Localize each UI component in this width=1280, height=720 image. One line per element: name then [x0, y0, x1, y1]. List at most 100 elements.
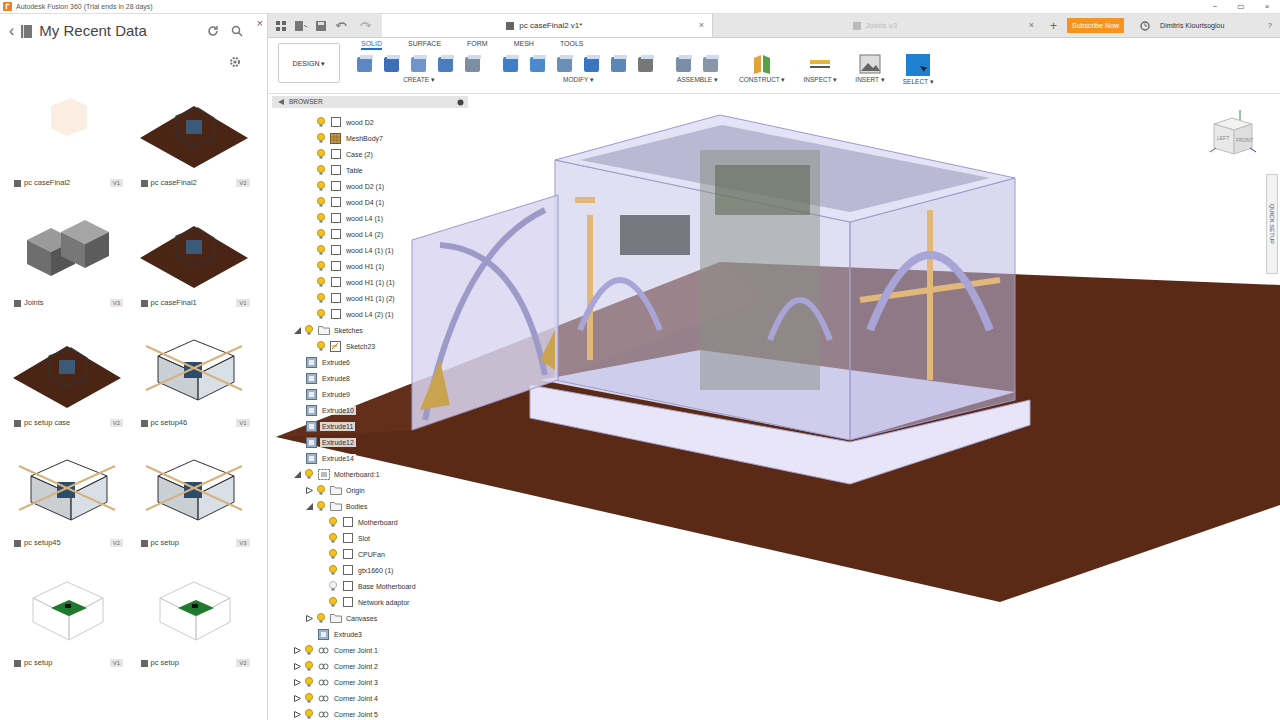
visibility-bulb-icon[interactable] [315, 308, 327, 320]
browser-row[interactable]: Bodies [272, 498, 468, 514]
recent-file-tile[interactable]: pc setupV3 [138, 436, 250, 550]
toolbar-tab[interactable]: MESH [514, 40, 534, 50]
window-control[interactable]: × [1254, 3, 1280, 11]
tool-icon[interactable] [609, 54, 629, 74]
visibility-bulb-icon[interactable] [315, 164, 327, 176]
visibility-bulb-icon[interactable] [303, 468, 315, 480]
browser-row[interactable]: Corner Joint 1 [272, 642, 468, 658]
expanded-arrow-icon[interactable] [294, 471, 301, 478]
browser-row[interactable]: wood L4 (1) [272, 210, 468, 226]
browser-row[interactable]: wood D2 (1) [272, 178, 468, 194]
construct-plane-icon[interactable] [751, 54, 773, 74]
recent-file-tile[interactable]: pc caseFinal2V2 [138, 76, 250, 190]
user-name[interactable]: Dimitris Kiourtsoglou [1160, 22, 1224, 29]
visibility-bulb-icon[interactable] [303, 708, 315, 720]
browser-row[interactable]: Table [272, 162, 468, 178]
tool-icon[interactable] [501, 54, 521, 74]
recent-file-tile[interactable]: pc caseFinal1V1 [138, 196, 250, 310]
browser-row[interactable]: Motherboard [272, 514, 468, 530]
subscribe-button[interactable]: Subscribe Now [1067, 18, 1124, 33]
browser-row[interactable]: Corner Joint 5 [272, 706, 468, 720]
toolbar-group[interactable]: CONSTRUCT ▾ [739, 54, 786, 84]
viewcube-left-label[interactable]: LEFT [1217, 136, 1229, 141]
toolbar-tab[interactable]: SOLID [361, 40, 382, 50]
visibility-bulb-icon[interactable] [315, 612, 327, 624]
browser-row[interactable]: Extrude8 [272, 370, 468, 386]
collapsed-arrow-icon[interactable] [306, 615, 313, 622]
browser-row[interactable]: wood D4 (1) [272, 194, 468, 210]
canvas[interactable]: LEFTFRONTQUICK SETUPBROWSERwood D2MeshBo… [268, 94, 1280, 720]
toolbar-group[interactable]: INSPECT ▾ [804, 54, 838, 84]
tool-icon[interactable] [382, 54, 402, 74]
visibility-bulb-icon[interactable] [315, 196, 327, 208]
new-tab-button[interactable]: + [1050, 20, 1057, 32]
toolbar-tab[interactable]: FORM [467, 40, 488, 50]
browser-row[interactable]: Sketch23 [272, 338, 468, 354]
tool-icon[interactable] [701, 54, 721, 74]
browser-row[interactable]: MeshBody7 [272, 130, 468, 146]
visibility-bulb-icon[interactable] [315, 484, 327, 496]
browser-row[interactable]: wood D2 [272, 114, 468, 130]
search-icon[interactable] [231, 25, 243, 37]
tool-icon[interactable] [409, 54, 429, 74]
window-control[interactable]: − [1202, 3, 1228, 11]
browser-row[interactable]: wood H1 (1) (1) [272, 274, 468, 290]
visibility-bulb-icon[interactable] [315, 260, 327, 272]
visibility-bulb-icon[interactable] [303, 324, 315, 336]
save-icon[interactable] [316, 21, 326, 31]
recent-file-tile[interactable]: pc setupV2 [138, 556, 250, 670]
insert-image-icon[interactable] [859, 54, 881, 74]
collapse-icon[interactable] [278, 99, 284, 105]
help-button[interactable]: ? [1268, 22, 1272, 30]
visibility-bulb-icon[interactable] [327, 516, 339, 528]
workspace-switcher[interactable]: DESIGN ▾ [278, 43, 340, 83]
browser-row[interactable]: Network adaptor [272, 594, 468, 610]
browser-row[interactable]: Corner Joint 2 [272, 658, 468, 674]
collapsed-arrow-icon[interactable] [294, 663, 301, 670]
back-button[interactable]: ‹ [9, 23, 14, 39]
browser-row[interactable]: Extrude11 [272, 418, 468, 434]
collapsed-arrow-icon[interactable] [306, 487, 313, 494]
close-panel-button[interactable]: × [257, 18, 263, 29]
collapsed-arrow-icon[interactable] [294, 711, 301, 718]
viewcube-icon[interactable] [1208, 108, 1258, 160]
gear-icon[interactable] [229, 56, 241, 68]
toolbar-group[interactable]: SELECT ▾ [903, 54, 934, 86]
clock-icon[interactable] [1140, 21, 1150, 31]
recent-file-tile[interactable]: pc caseFinal2V1 [11, 76, 123, 190]
collapsed-arrow-icon[interactable] [294, 679, 301, 686]
browser-row[interactable]: Extrude6 [272, 354, 468, 370]
visibility-bulb-icon[interactable] [303, 692, 315, 704]
pin-icon[interactable] [457, 99, 464, 106]
visibility-bulb-icon[interactable] [327, 532, 339, 544]
recent-file-tile[interactable]: pc setup46V1 [138, 316, 250, 430]
browser-row[interactable]: Sketches [272, 322, 468, 338]
visibility-bulb-icon[interactable] [315, 244, 327, 256]
browser-row[interactable]: wood H1 (1) [272, 258, 468, 274]
toolbar-group[interactable]: CREATE ▾ [355, 54, 483, 84]
visibility-bulb-icon[interactable] [315, 292, 327, 304]
visibility-bulb-icon[interactable] [315, 340, 327, 352]
browser-row[interactable]: Extrude14 [272, 450, 468, 466]
visibility-bulb-icon[interactable] [315, 180, 327, 192]
browser-row[interactable]: CPUFan [272, 546, 468, 562]
browser-row[interactable]: Motherboard:1 [272, 466, 468, 482]
browser-row[interactable]: wood L4 (2) (1) [272, 306, 468, 322]
browser-row[interactable]: wood L4 (2) [272, 226, 468, 242]
visibility-bulb-icon[interactable] [315, 276, 327, 288]
visibility-bulb-icon[interactable] [327, 596, 339, 608]
browser-row[interactable]: wood H1 (1) (2) [272, 290, 468, 306]
toolbar-group[interactable]: ASSEMBLE ▾ [674, 54, 721, 84]
toolbar-tab[interactable]: TOOLS [560, 40, 584, 50]
visibility-bulb-icon[interactable] [315, 228, 327, 240]
tool-icon[interactable] [463, 54, 483, 74]
tool-icon[interactable] [436, 54, 456, 74]
browser-row[interactable]: Corner Joint 3 [272, 674, 468, 690]
visibility-bulb-icon[interactable] [315, 132, 327, 144]
visibility-bulb-icon[interactable] [327, 564, 339, 576]
browser-row[interactable]: Origin [272, 482, 468, 498]
browser-row[interactable]: gtx1660 (1) [272, 562, 468, 578]
grid-icon[interactable] [276, 21, 286, 31]
visibility-bulb-icon[interactable] [315, 212, 327, 224]
recent-file-tile[interactable]: pc setup45V2 [11, 436, 123, 550]
